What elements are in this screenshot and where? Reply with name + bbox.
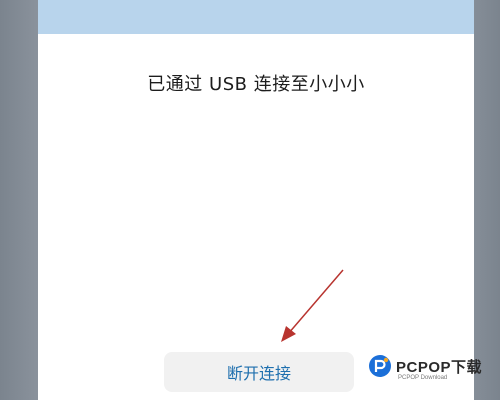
watermark-brand: PCPOP下载: [396, 358, 483, 376]
disconnect-button[interactable]: 断开连接: [164, 352, 354, 392]
header-band: [38, 0, 474, 34]
connection-status-message: 已通过 USB 连接至小小小: [147, 74, 365, 95]
watermark-subtitle: PCPOP Download: [398, 375, 448, 381]
phone-screen: 已通过 USB 连接至小小小 断开连接 PCPOP下载 PCPOP Downlo…: [0, 0, 500, 400]
pcpop-logo-icon: [369, 355, 391, 377]
usb-connection-dialog: 已通过 USB 连接至小小小 断开连接: [38, 34, 474, 400]
watermark: PCPOP下载 PCPOP Download: [368, 354, 483, 381]
